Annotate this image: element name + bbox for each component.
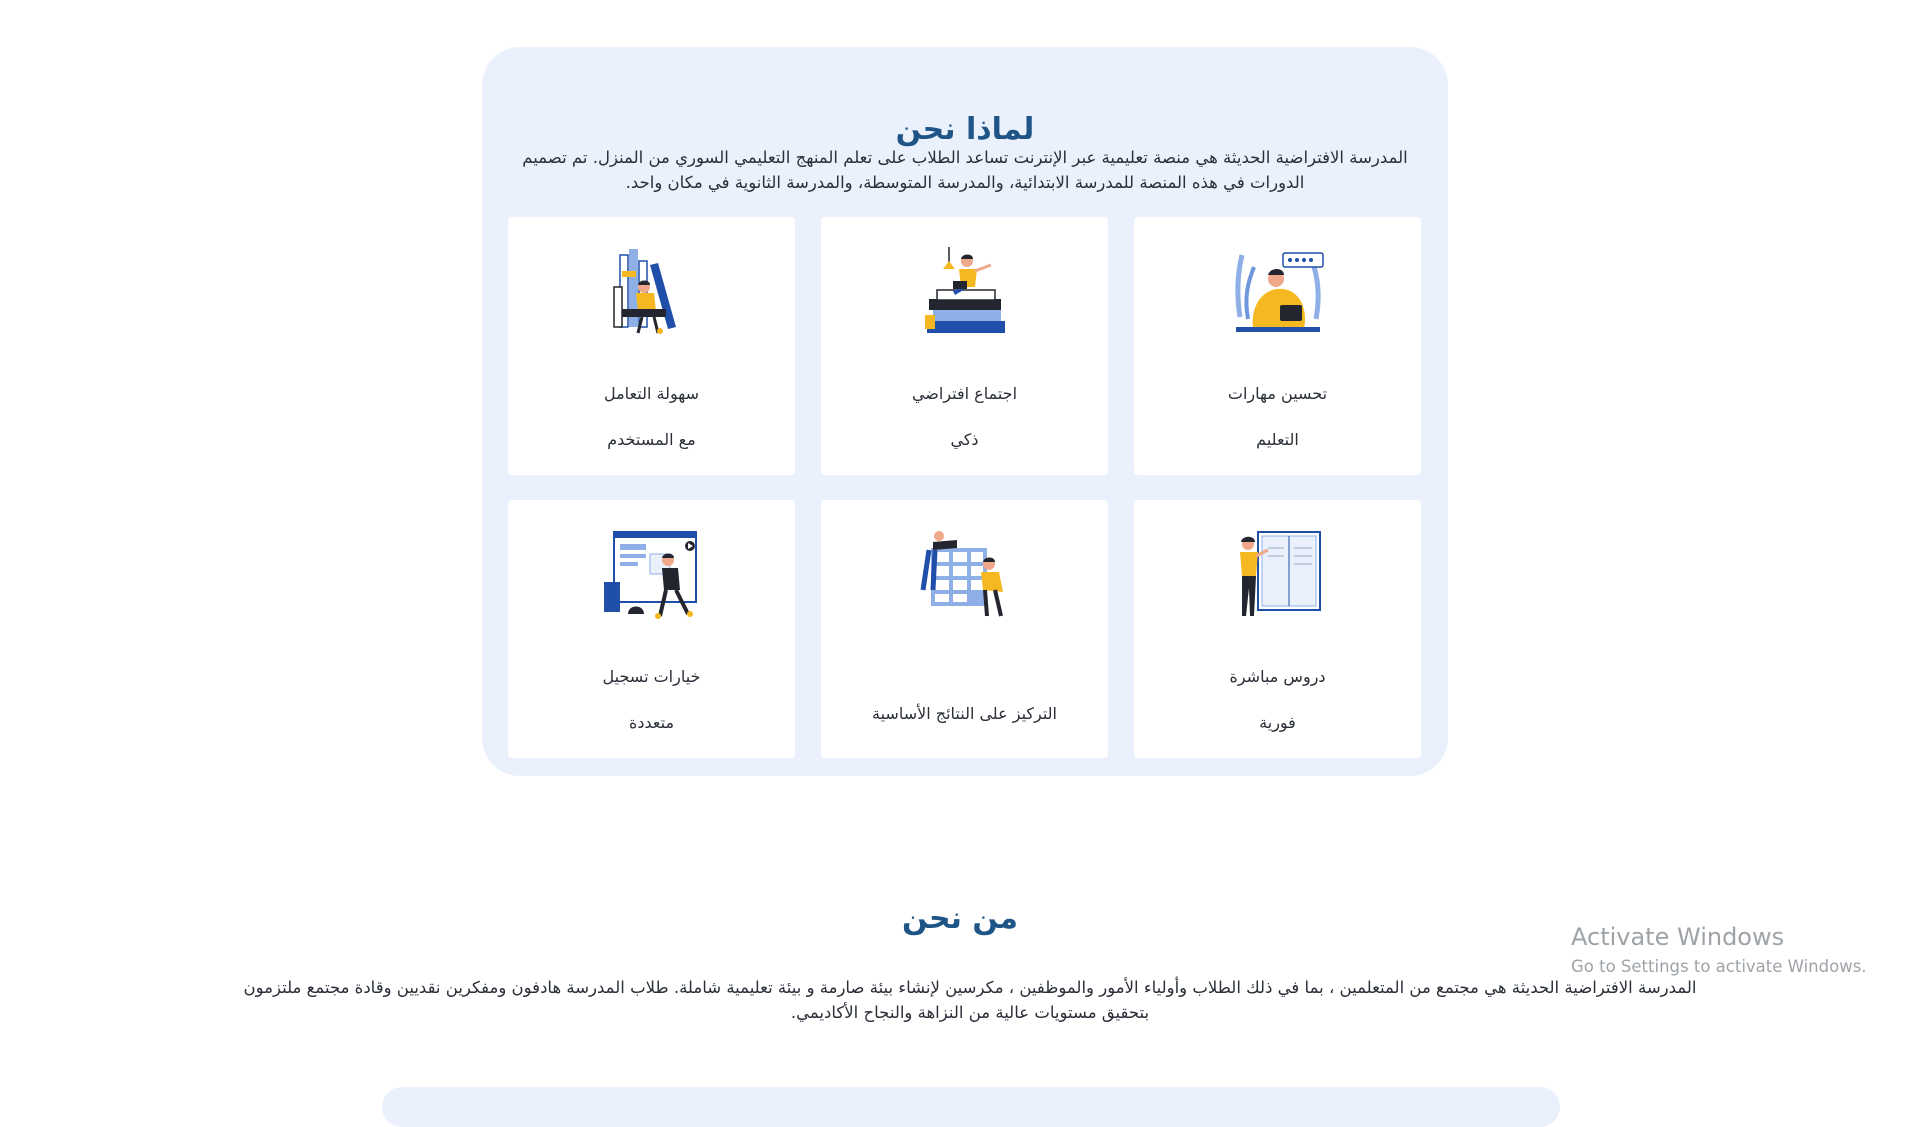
student-open-book-illustration (1228, 530, 1328, 620)
feature-label: خيارات تسجيل (602, 667, 701, 686)
feature-label: ذكي (950, 430, 979, 449)
why-us-section: لماذا نحن المدرسة الافتراضية الحديثة هي … (482, 47, 1448, 776)
feature-label: التركيز على النتائج الأساسية (872, 704, 1057, 723)
student-on-books-illustration (915, 247, 1015, 337)
feature-label: اجتماع افتراضي (911, 384, 1018, 403)
student-laptop-rating-illustration (1228, 247, 1328, 337)
feature-label: تحسين مهارات (1227, 384, 1328, 403)
feature-label: متعددة (628, 713, 675, 732)
watermark-subtitle: Go to Settings to activate Windows. (1571, 957, 1867, 976)
feature-card-live-lessons: دروس مباشرة فورية (1134, 500, 1421, 758)
why-us-title: لماذا نحن (895, 112, 1035, 147)
feature-label: فورية (1259, 713, 1296, 732)
feature-card-ease-of-use: سهولة التعامل مع المستخدم (508, 217, 795, 475)
feature-card-focus-results: التركيز على النتائج الأساسية (821, 500, 1108, 758)
feature-label: سهولة التعامل (603, 384, 699, 403)
feature-card-virtual-meeting: اجتماع افتراضي ذكي (821, 217, 1108, 475)
next-section-panel (382, 1087, 1560, 1127)
why-us-description: المدرسة الافتراضية الحديثة هي منصة تعليم… (522, 148, 1408, 192)
feature-card-registration-options: خيارات تسجيل متعددة (508, 500, 795, 758)
watermark-title: Activate Windows (1571, 923, 1785, 951)
student-bookshelf-illustration (602, 247, 702, 337)
activate-windows-watermark: Activate Windows Go to Settings to activ… (1571, 925, 1867, 976)
feature-card-improve-skills: تحسين مهارات التعليم (1134, 217, 1421, 475)
team-building-blocks-illustration (915, 530, 1015, 620)
feature-label: دروس مباشرة (1229, 667, 1326, 686)
who-we-are-description: المدرسة الافتراضية الحديثة هي مجتمع من ا… (243, 978, 1697, 1022)
feature-label: مع المستخدم (607, 430, 696, 449)
feature-label: التعليم (1256, 430, 1299, 449)
student-video-board-illustration (602, 530, 702, 620)
